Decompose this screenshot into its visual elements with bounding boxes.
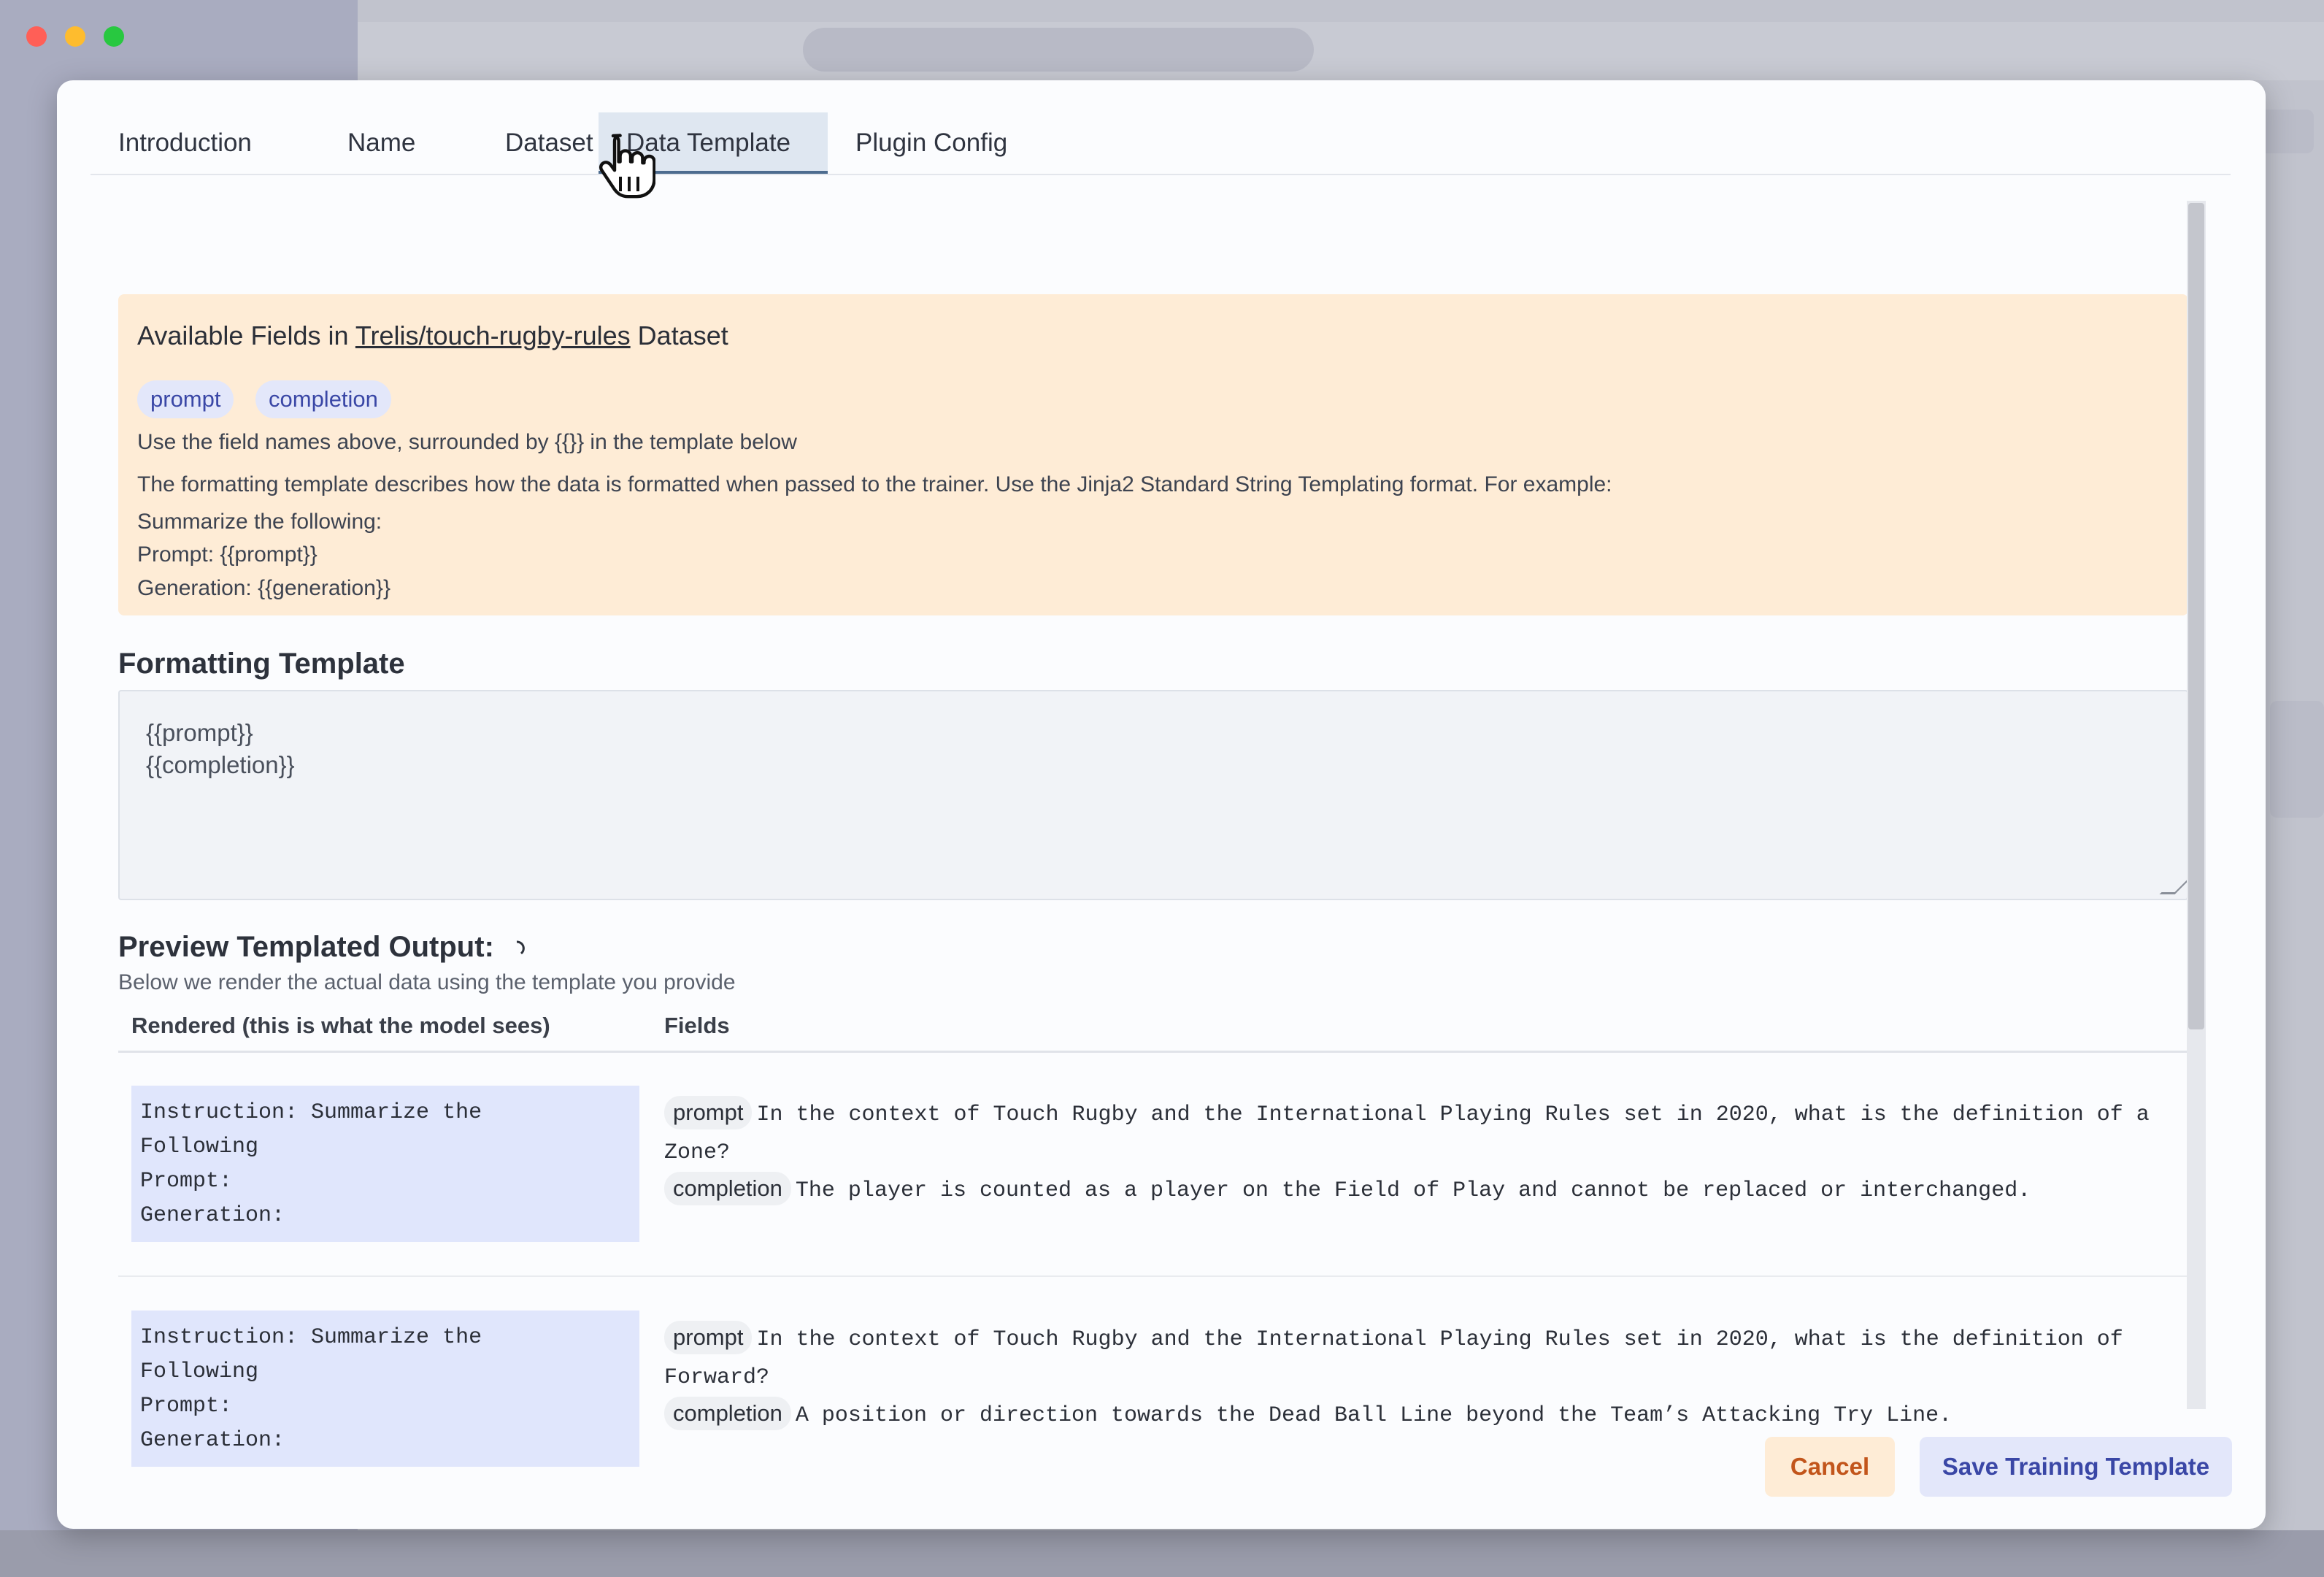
- tab-name[interactable]: Name: [320, 112, 443, 174]
- field-badge-completion: completion: [255, 380, 391, 418]
- field-tag-completion: completion: [664, 1397, 791, 1430]
- column-header-rendered: Rendered (this is what the model sees): [131, 1013, 550, 1038]
- field-values: prompt In the context of Touch Rugby and …: [664, 1096, 2175, 1210]
- dataset-link[interactable]: Trelis/touch-rugby-rules: [355, 321, 631, 350]
- field-badge-prompt: prompt: [137, 380, 234, 418]
- tab-introduction[interactable]: Introduction: [91, 112, 280, 174]
- field-tag-prompt: prompt: [664, 1321, 753, 1354]
- example-line: Generation: {{generation}}: [137, 576, 390, 600]
- preview-title: Preview Templated Output:: [118, 931, 494, 963]
- template-line: {{prompt}}: [146, 719, 253, 746]
- formatting-template-textarea[interactable]: {{prompt}} {{completion}}: [118, 690, 2190, 900]
- template-description: The formatting template describes how th…: [137, 472, 1612, 496]
- preview-table-header: Rendered (this is what the model sees) F…: [118, 997, 2188, 1053]
- tab-bar: Introduction Name Dataset Data Template …: [91, 112, 2231, 175]
- scrollbar-thumb[interactable]: [2188, 203, 2204, 1029]
- available-fields-title: Available Fields in Trelis/touch-rugby-r…: [137, 321, 728, 350]
- template-line: {{completion}}: [146, 751, 295, 778]
- example-line: Prompt: {{prompt}}: [137, 542, 318, 567]
- background-address-pill: [803, 28, 1314, 72]
- completion-value: The player is counted as a player on the…: [795, 1178, 2031, 1203]
- field-tag-completion: completion: [664, 1172, 791, 1205]
- minimize-window-button[interactable]: [65, 26, 85, 47]
- column-header-fields: Fields: [664, 1013, 730, 1038]
- maximize-window-button[interactable]: [104, 26, 124, 47]
- field-values: prompt In the context of Touch Rugby and …: [664, 1321, 2175, 1435]
- rendered-output: Instruction: Summarize the Following Pro…: [131, 1086, 639, 1242]
- resize-handle-icon[interactable]: [2159, 879, 2190, 894]
- field-hint-text: Use the field names above, surrounded by…: [137, 430, 797, 454]
- cancel-button[interactable]: Cancel: [1765, 1437, 1895, 1497]
- example-line: Summarize the following:: [137, 510, 382, 534]
- background-widget: [2270, 701, 2324, 818]
- preview-subtitle: Below we render the actual data using th…: [118, 970, 736, 994]
- rendered-output: Instruction: Summarize the Following Pro…: [131, 1311, 639, 1467]
- tab-plugin-config[interactable]: Plugin Config: [828, 112, 1035, 174]
- prompt-value: In the context of Touch Rugby and the In…: [664, 1327, 2123, 1390]
- background-bottom-bar: [0, 1530, 2324, 1577]
- available-fields-panel: Available Fields in Trelis/touch-rugby-r…: [118, 294, 2188, 615]
- field-tag-prompt: prompt: [664, 1096, 753, 1129]
- formatting-template-title: Formatting Template: [118, 648, 405, 680]
- prompt-value: In the context of Touch Rugby and the In…: [664, 1102, 2150, 1165]
- completion-value: A position or direction towards the Dead…: [795, 1403, 1952, 1428]
- hand-pointer-cursor-icon: [599, 134, 655, 199]
- training-template-modal: Introduction Name Dataset Data Template …: [57, 80, 2266, 1529]
- loading-spinner-icon: [516, 940, 525, 955]
- table-row: Instruction: Summarize the Following Pro…: [118, 1052, 2188, 1277]
- close-window-button[interactable]: [26, 26, 47, 47]
- background-topbar: [358, 22, 2324, 80]
- save-training-template-button[interactable]: Save Training Template: [1920, 1437, 2232, 1497]
- modal-scroll-area[interactable]: Available Fields in Trelis/touch-rugby-r…: [118, 201, 2191, 1486]
